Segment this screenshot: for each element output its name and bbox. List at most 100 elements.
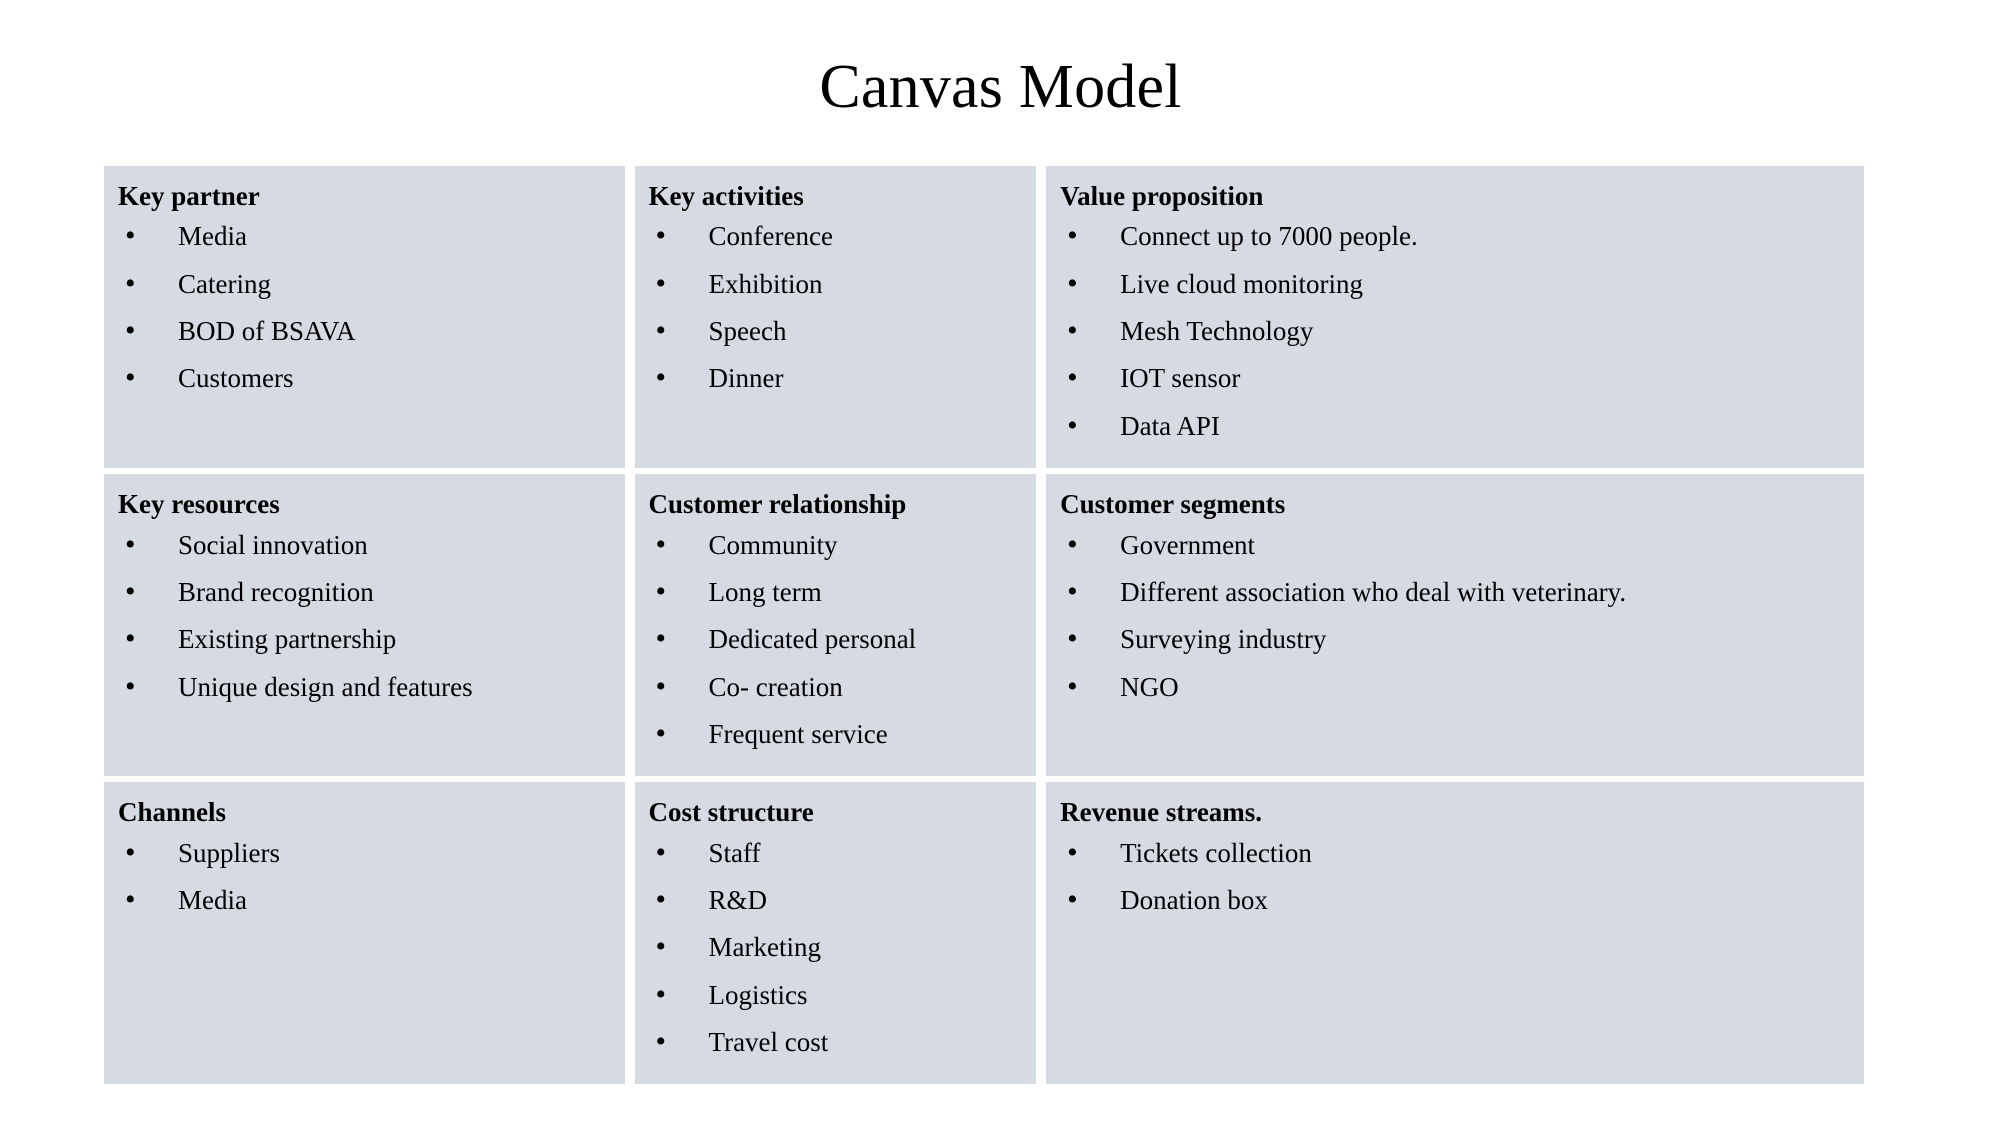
list-item: Co- creation bbox=[645, 668, 1025, 706]
bullet-icon bbox=[656, 881, 668, 919]
bullet-icon bbox=[1067, 217, 1079, 255]
list-item: Marketing bbox=[645, 928, 1025, 966]
cell-title-cost-structure: Cost structure bbox=[648, 797, 814, 828]
canvas-cell-key-resources[interactable]: Key resources Social innovation Brand re… bbox=[104, 474, 625, 777]
list-item: Catering bbox=[114, 265, 613, 303]
bullet-icon bbox=[125, 620, 137, 658]
list-item-label: Media bbox=[178, 885, 247, 916]
list-item-label: NGO bbox=[1120, 671, 1179, 702]
column-gap bbox=[624, 474, 635, 777]
column-gap bbox=[624, 166, 635, 469]
bullet-icon bbox=[1067, 265, 1079, 303]
list-item-label: Dedicated personal bbox=[708, 624, 917, 655]
bullet-list-value-proposition: Connect up to 7000 people. Live cloud mo… bbox=[1056, 217, 1852, 445]
cell-title-value-proposition: Value proposition bbox=[1060, 181, 1264, 211]
list-item: Speech bbox=[645, 312, 1025, 350]
bullet-icon bbox=[1067, 668, 1079, 706]
business-model-canvas-table: Key partner Media Catering BOD of BSAVA … bbox=[104, 166, 1864, 1085]
bullet-icon bbox=[125, 573, 137, 611]
list-item: Brand recognition bbox=[114, 573, 613, 611]
list-item-label: Conference bbox=[708, 221, 833, 252]
list-item: Tickets collection bbox=[1056, 834, 1852, 872]
column-gap bbox=[624, 782, 635, 1085]
list-item: Different association who deal with vete… bbox=[1056, 573, 1852, 611]
bullet-icon bbox=[1067, 359, 1079, 397]
list-item-label: Marketing bbox=[708, 932, 822, 963]
list-item-label: Dinner bbox=[708, 363, 784, 394]
bullet-icon bbox=[125, 265, 137, 303]
bullet-icon bbox=[656, 526, 668, 564]
list-item: Unique design and features bbox=[114, 668, 613, 706]
list-item: Media bbox=[114, 881, 613, 919]
canvas-cell-cost-structure[interactable]: Cost structure Staff R&D Marketing Logis… bbox=[634, 782, 1037, 1085]
bullet-list-revenue-streams: Tickets collection Donation box bbox=[1056, 834, 1852, 920]
column-gap bbox=[1036, 474, 1047, 777]
bullet-icon bbox=[125, 668, 137, 706]
canvas-cell-customer-segments[interactable]: Customer segments Government Different a… bbox=[1046, 474, 1864, 777]
bullet-icon bbox=[656, 573, 668, 611]
list-item: Logistics bbox=[645, 976, 1025, 1014]
list-item: Dinner bbox=[645, 359, 1025, 397]
canvas-cell-value-proposition[interactable]: Value proposition Connect up to 7000 peo… bbox=[1046, 166, 1864, 469]
bullet-icon bbox=[1067, 526, 1079, 564]
list-item: Conference bbox=[645, 217, 1025, 255]
list-item: Media bbox=[114, 217, 613, 255]
bullet-icon bbox=[125, 881, 137, 919]
canvas-cell-key-activities[interactable]: Key activities Conference Exhibition Spe… bbox=[634, 166, 1037, 469]
cell-title-key-partner: Key partner bbox=[118, 181, 260, 211]
bullet-icon bbox=[1067, 407, 1079, 445]
list-item-label: Logistics bbox=[708, 979, 808, 1010]
list-item-label: Donation box bbox=[1120, 885, 1268, 916]
list-item-label: Surveying industry bbox=[1120, 624, 1327, 655]
bullet-icon bbox=[656, 834, 668, 872]
bullet-icon bbox=[656, 312, 668, 350]
list-item-label: Long term bbox=[708, 576, 822, 607]
list-item-label: Connect up to 7000 people. bbox=[1120, 221, 1418, 252]
list-item-label: Media bbox=[178, 221, 247, 252]
canvas-row-2: Key resources Social innovation Brand re… bbox=[104, 474, 1864, 777]
cell-title-key-activities: Key activities bbox=[648, 181, 804, 211]
canvas-cell-revenue-streams[interactable]: Revenue streams. Tickets collection Dona… bbox=[1046, 782, 1864, 1085]
list-item: Connect up to 7000 people. bbox=[1056, 217, 1852, 255]
bullet-list-customer-segments: Government Different association who dea… bbox=[1056, 526, 1852, 706]
list-item: Dedicated personal bbox=[645, 620, 1025, 658]
list-item: Mesh Technology bbox=[1056, 312, 1852, 350]
list-item-label: Live cloud monitoring bbox=[1120, 268, 1364, 299]
list-item: BOD of BSAVA bbox=[114, 312, 613, 350]
canvas-row-3: Channels Suppliers Media Cost structure … bbox=[104, 782, 1864, 1085]
bullet-icon bbox=[125, 359, 137, 397]
bullet-list-key-activities: Conference Exhibition Speech Dinner bbox=[645, 217, 1025, 397]
list-item-label: Catering bbox=[178, 268, 271, 299]
list-item-label: Speech bbox=[708, 316, 787, 347]
canvas-cell-customer-relationship[interactable]: Customer relationship Community Long ter… bbox=[634, 474, 1037, 777]
list-item: Suppliers bbox=[114, 834, 613, 872]
list-item-label: Customers bbox=[178, 363, 294, 394]
list-item: Long term bbox=[645, 573, 1025, 611]
list-item: Exhibition bbox=[645, 265, 1025, 303]
list-item-label: Brand recognition bbox=[178, 576, 374, 607]
list-item: Travel cost bbox=[645, 1023, 1025, 1061]
canvas-cell-key-partner[interactable]: Key partner Media Catering BOD of BSAVA … bbox=[104, 166, 625, 469]
list-item: Live cloud monitoring bbox=[1056, 265, 1852, 303]
list-item: Staff bbox=[645, 834, 1025, 872]
bullet-icon bbox=[1067, 881, 1079, 919]
list-item-label: Social innovation bbox=[178, 529, 368, 560]
bullet-list-cost-structure: Staff R&D Marketing Logistics Travel cos… bbox=[645, 834, 1025, 1062]
list-item: R&D bbox=[645, 881, 1025, 919]
canvas-cell-channels[interactable]: Channels Suppliers Media bbox=[104, 782, 625, 1085]
list-item-label: BOD of BSAVA bbox=[178, 316, 356, 347]
list-item-label: Exhibition bbox=[708, 268, 823, 299]
list-item: Government bbox=[1056, 526, 1852, 564]
bullet-icon bbox=[656, 359, 668, 397]
list-item: Community bbox=[645, 526, 1025, 564]
cell-title-channels: Channels bbox=[118, 797, 227, 828]
cell-title-customer-segments: Customer segments bbox=[1060, 489, 1286, 520]
bullet-icon bbox=[125, 834, 137, 872]
bullet-icon bbox=[656, 620, 668, 658]
list-item-label: Travel cost bbox=[708, 1027, 829, 1057]
list-item-label: Community bbox=[708, 529, 838, 560]
list-item: Surveying industry bbox=[1056, 620, 1852, 658]
bullet-list-customer-relationship: Community Long term Dedicated personal C… bbox=[645, 526, 1025, 754]
canvas-row-1: Key partner Media Catering BOD of BSAVA … bbox=[104, 166, 1864, 469]
list-item-label: Mesh Technology bbox=[1120, 316, 1314, 347]
